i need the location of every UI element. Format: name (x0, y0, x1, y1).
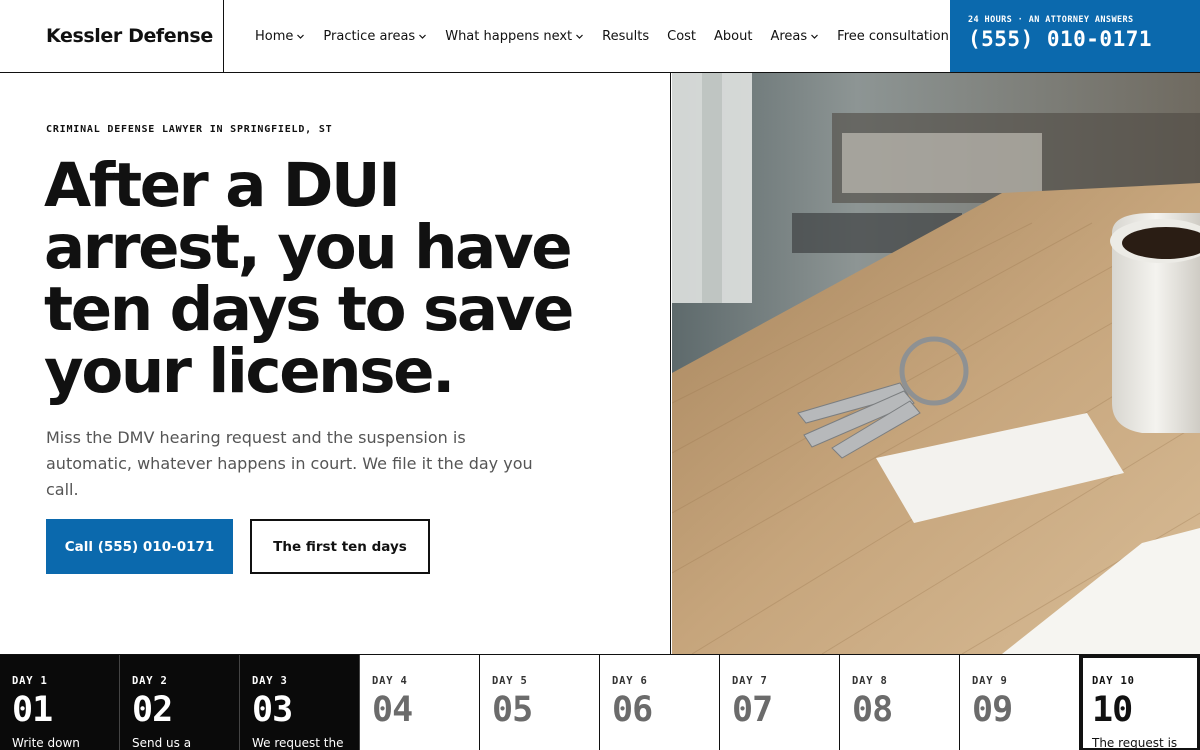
first-ten-days-button[interactable]: The first ten days (250, 519, 430, 574)
keys-on-table-illustration (672, 73, 1200, 654)
timeline-day-6[interactable]: DAY 6 06 (600, 655, 720, 750)
nav-item-label: Results (602, 28, 650, 44)
hero-section: CRIMINAL DEFENSE LAWYER IN SPRINGFIELD, … (0, 73, 671, 654)
hero-photo (672, 73, 1200, 654)
nav-item-practice-areas[interactable]: Practice areas (323, 29, 427, 44)
timeline-day-5[interactable]: DAY 5 05 (480, 655, 600, 750)
day-label: DAY 10 (1092, 675, 1135, 687)
nav-item-cost[interactable]: Cost (667, 29, 696, 44)
chevron-down-icon (810, 32, 819, 41)
header-phone-cta[interactable]: 24 HOURS · AN ATTORNEY ANSWERS (555) 010… (950, 0, 1200, 72)
nav-item-label: Cost (667, 28, 697, 44)
site-logo[interactable]: Kessler Defense (46, 25, 213, 47)
phone-number: (555) 010-0171 (968, 27, 1153, 51)
phone-kicker: 24 HOURS · AN ATTORNEY ANSWERS (968, 15, 1134, 25)
nav-item-label: Practice areas (323, 28, 416, 44)
hero-lede: Miss the DMV hearing request and the sus… (46, 428, 533, 499)
timeline-day-8[interactable]: DAY 8 08 (840, 655, 960, 750)
day-number: 05 (492, 690, 533, 730)
timeline-day-3[interactable]: DAY 3 03 We request the (240, 655, 360, 750)
day-text: Send us a (132, 736, 192, 750)
day-label: DAY 3 (252, 675, 288, 687)
day-number: 08 (852, 690, 893, 730)
nav-item-about[interactable]: About (714, 29, 752, 44)
timeline-day-1[interactable]: DAY 1 01 Write down (0, 655, 120, 750)
nav-item-label: About (714, 28, 753, 44)
day-label: DAY 4 (372, 675, 408, 687)
nav-item-label: Free consultation (837, 28, 949, 44)
nav-item-label: Home (255, 28, 294, 44)
timeline-day-7[interactable]: DAY 7 07 (720, 655, 840, 750)
day-label: DAY 5 (492, 675, 528, 687)
day-number: 04 (372, 690, 413, 730)
day-number: 02 (132, 690, 173, 730)
day-label: DAY 6 (612, 675, 648, 687)
day-text: We request the (252, 736, 344, 750)
day-number: 01 (12, 690, 53, 730)
day-number: 03 (252, 690, 293, 730)
timeline-day-4[interactable]: DAY 4 04 (360, 655, 480, 750)
site-header: Kessler Defense Home Practice areas What… (0, 0, 1200, 73)
hero-eyebrow: CRIMINAL DEFENSE LAWYER IN SPRINGFIELD, … (46, 124, 333, 135)
day-label: DAY 1 (12, 675, 48, 687)
day-number: 10 (1092, 690, 1133, 730)
ten-day-timeline: DAY 1 01 Write down DAY 2 02 Send us a D… (0, 654, 1200, 750)
hero-headline: After a DUI arrest, you have ten days to… (44, 150, 574, 407)
nav-item-what-happens-next[interactable]: What happens next (445, 29, 584, 44)
nav-item-results[interactable]: Results (602, 29, 649, 44)
day-label: DAY 2 (132, 675, 168, 687)
day-label: DAY 7 (732, 675, 768, 687)
timeline-day-10[interactable]: DAY 10 10 The request is (1080, 655, 1200, 750)
chevron-down-icon (418, 32, 427, 41)
nav-item-home[interactable]: Home (255, 29, 305, 44)
chevron-down-icon (296, 32, 305, 41)
timeline-day-2[interactable]: DAY 2 02 Send us a (120, 655, 240, 750)
nav-item-label: Areas (770, 28, 808, 44)
main-nav: Home Practice areas What happens next Re… (255, 0, 967, 72)
day-number: 06 (612, 690, 653, 730)
day-label: DAY 9 (972, 675, 1008, 687)
day-label: DAY 8 (852, 675, 888, 687)
nav-item-label: What happens next (445, 28, 573, 44)
timeline-day-9[interactable]: DAY 9 09 (960, 655, 1080, 750)
nav-item-free-consultation[interactable]: Free consultation (837, 29, 949, 44)
day-number: 09 (972, 690, 1013, 730)
logo-container[interactable]: Kessler Defense (0, 0, 224, 72)
nav-item-areas[interactable]: Areas (770, 29, 819, 44)
day-text: Write down (12, 736, 80, 750)
day-number: 07 (732, 690, 773, 730)
chevron-down-icon (575, 32, 584, 41)
call-button[interactable]: Call (555) 010-0171 (46, 519, 233, 574)
day-text: The request is (1092, 736, 1178, 750)
